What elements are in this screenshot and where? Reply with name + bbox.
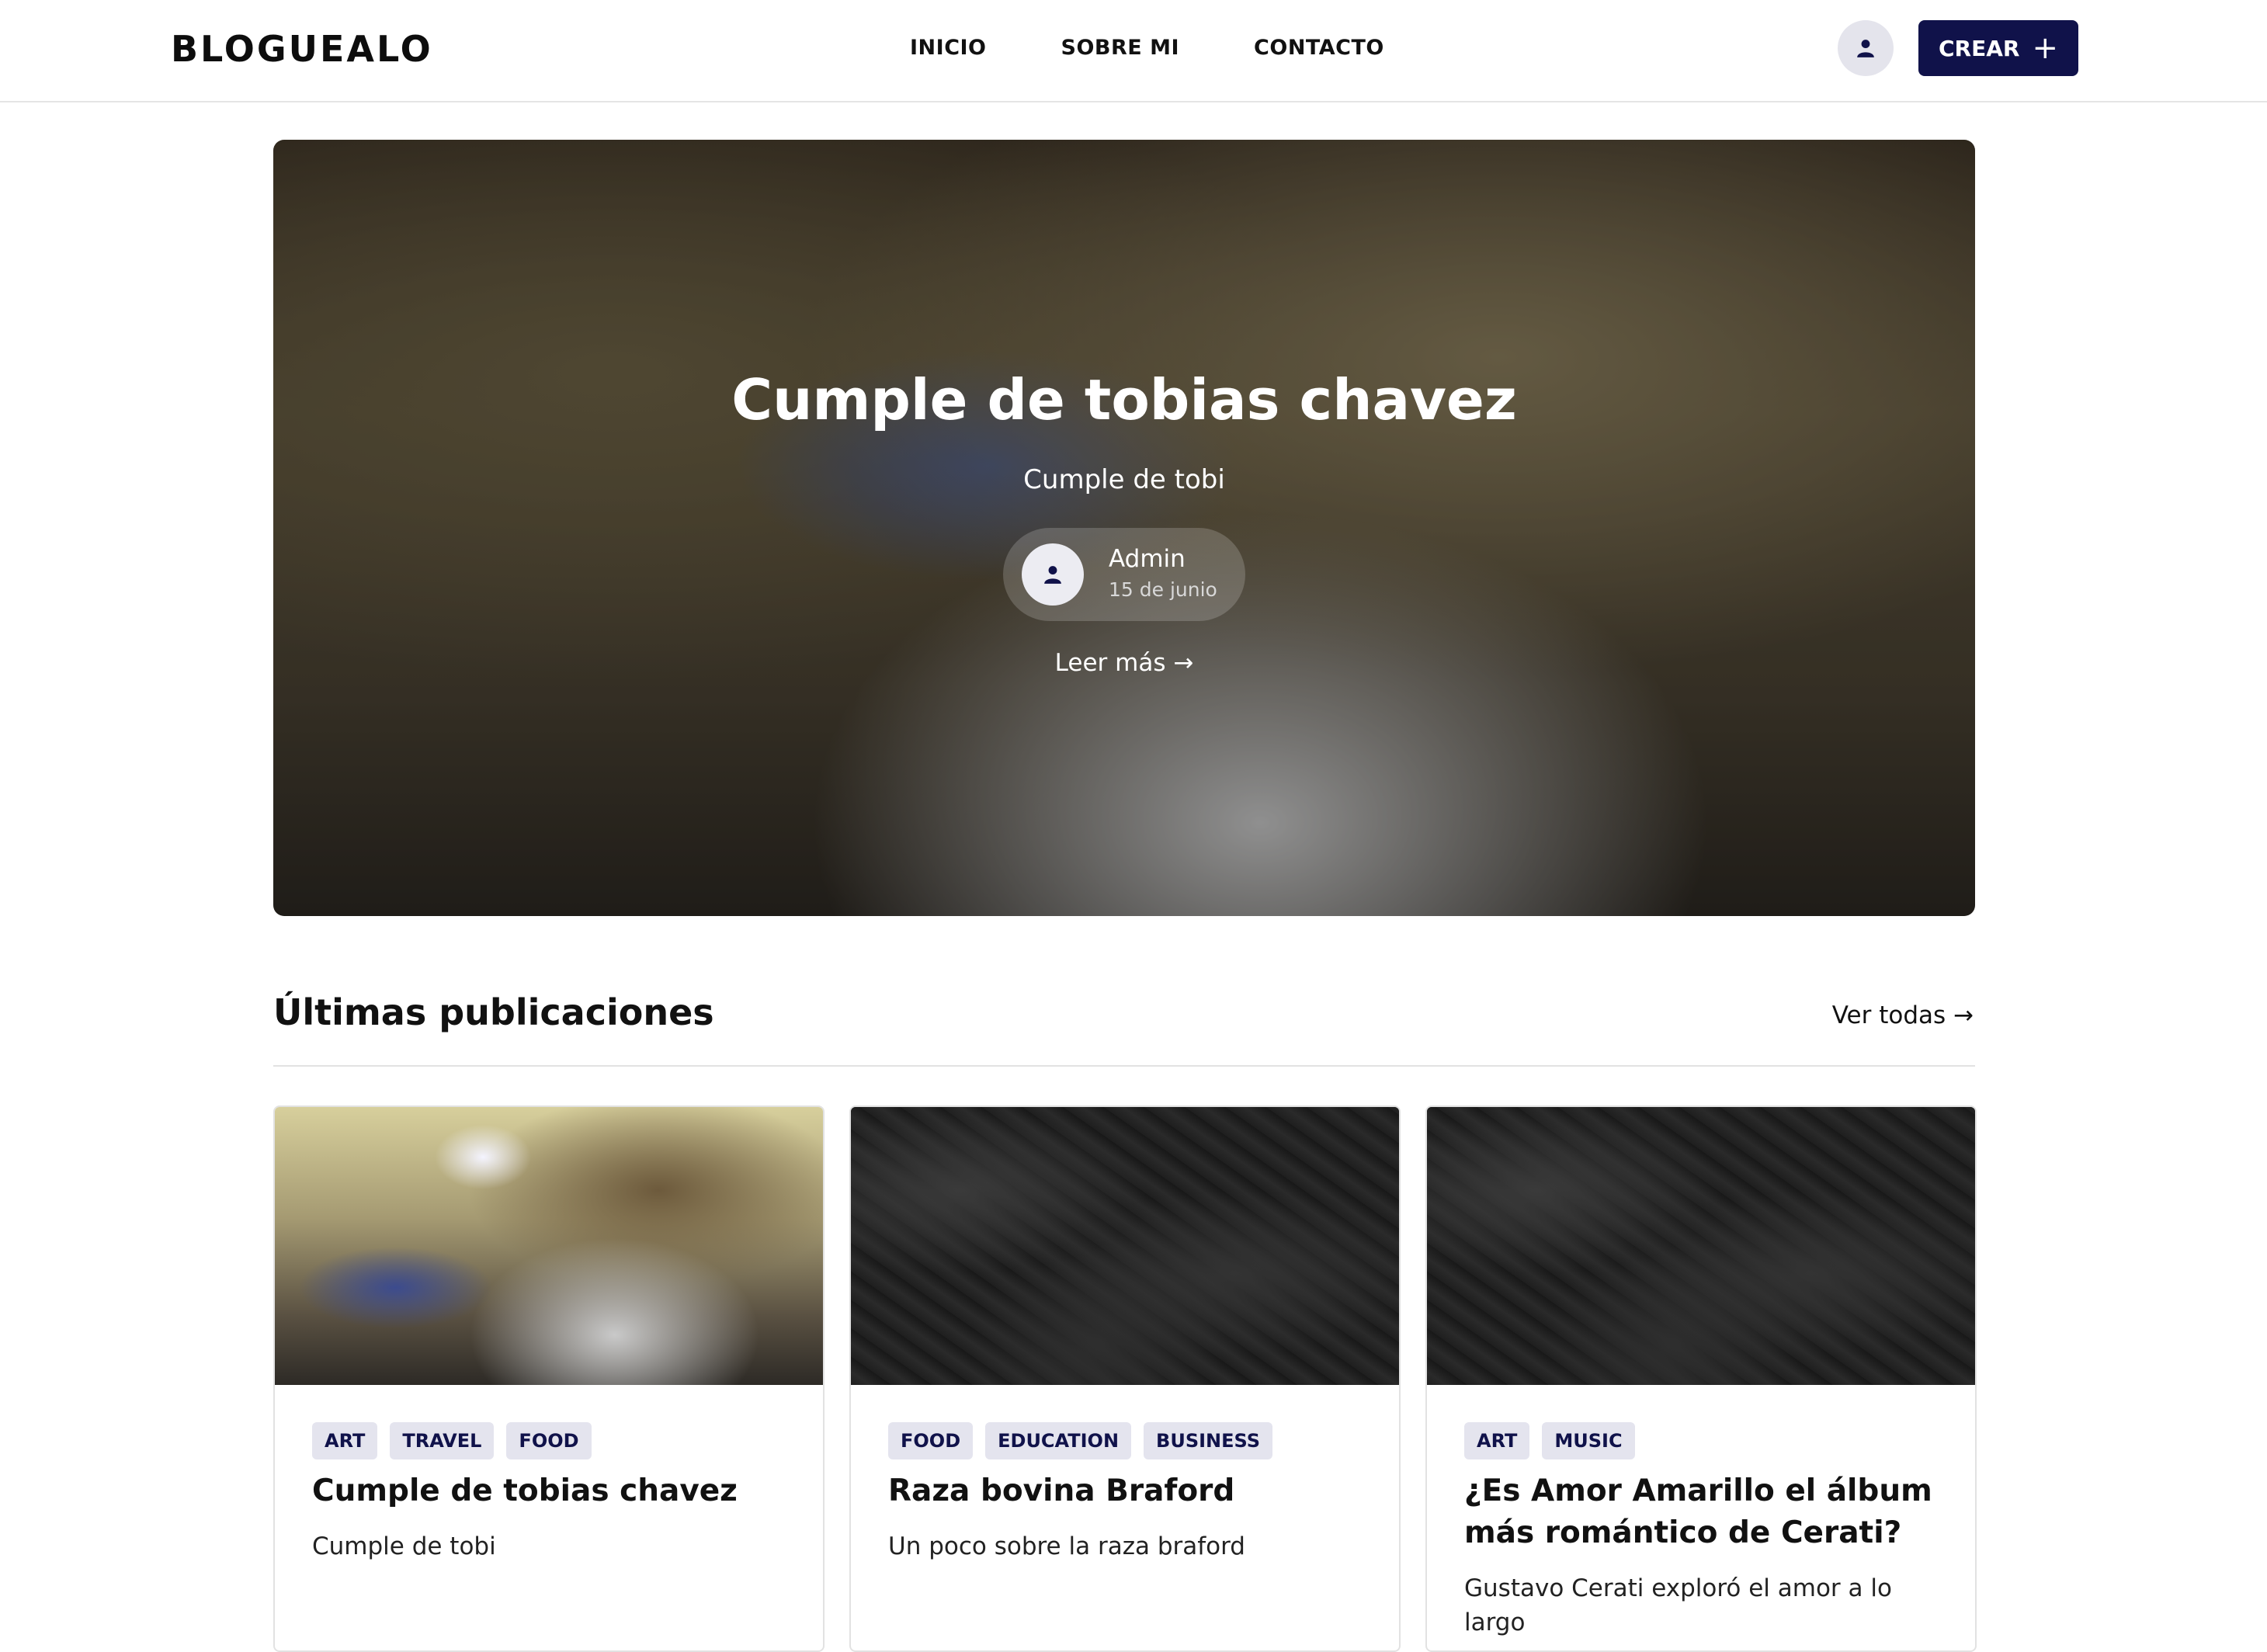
- user-icon: [1044, 566, 1061, 584]
- author-info: Admin 15 de junio: [1003, 528, 1245, 621]
- author-avatar: [1022, 543, 1084, 606]
- nav-contacto[interactable]: CONTACTO: [1254, 34, 1384, 62]
- create-label: CREAR: [1939, 35, 2020, 61]
- create-post-button[interactable]: CREAR +: [1918, 20, 2078, 76]
- section-divider: [273, 1065, 1975, 1067]
- tag[interactable]: ART: [312, 1422, 378, 1459]
- section-title: Últimas publicaciones: [273, 991, 714, 1033]
- post-date: 15 de junio: [1109, 578, 1217, 601]
- site-header: BLOGUEALO INICIO SOBRE MI CONTACTO CREAR…: [0, 0, 2267, 102]
- read-more-link[interactable]: Leer más →: [273, 647, 1975, 678]
- tag[interactable]: MUSIC: [1542, 1422, 1635, 1459]
- nav-sobre-mi[interactable]: SOBRE MI: [1061, 34, 1180, 62]
- tag[interactable]: FOOD: [506, 1422, 592, 1459]
- post-card[interactable]: ART MUSIC ¿Es Amor Amarillo el álbum más…: [1425, 1105, 1977, 1652]
- tag[interactable]: BUSINESS: [1144, 1422, 1273, 1459]
- post-card[interactable]: FOOD EDUCATION BUSINESS Raza bovina Braf…: [849, 1105, 1401, 1652]
- featured-post[interactable]: Cumple de tobias chavez Cumple de tobi A…: [273, 140, 1975, 916]
- tag[interactable]: ART: [1464, 1422, 1530, 1459]
- post-image[interactable]: [1427, 1107, 1975, 1385]
- main-nav: INICIO SOBRE MI CONTACTO: [910, 34, 1384, 62]
- tag[interactable]: FOOD: [888, 1422, 974, 1459]
- plus-icon: +: [2032, 30, 2058, 66]
- tag-list: ART MUSIC: [1464, 1422, 1635, 1459]
- tag-list: ART TRAVEL FOOD: [312, 1422, 592, 1459]
- tag[interactable]: TRAVEL: [390, 1422, 495, 1459]
- see-all-link[interactable]: Ver todas →: [1832, 1000, 1974, 1031]
- featured-subtitle: Cumple de tobi: [1023, 464, 1225, 495]
- post-description: Un poco sobre la raza braford: [888, 1532, 1245, 1560]
- tag-list: FOOD EDUCATION BUSINESS: [888, 1422, 1273, 1459]
- author-name: Admin: [1109, 545, 1186, 573]
- user-icon: [1857, 40, 1874, 57]
- site-logo[interactable]: BLOGUEALO: [171, 27, 433, 71]
- featured-title[interactable]: Cumple de tobias chavez: [273, 365, 1975, 435]
- nav-inicio[interactable]: INICIO: [910, 34, 987, 62]
- post-title[interactable]: Raza bovina Braford: [888, 1470, 1370, 1512]
- user-menu-button[interactable]: [1838, 20, 1894, 76]
- post-title[interactable]: ¿Es Amor Amarillo el álbum más romántico…: [1464, 1470, 1946, 1554]
- post-image[interactable]: [275, 1107, 823, 1385]
- post-image[interactable]: [851, 1107, 1399, 1385]
- post-description: Gustavo Cerati exploró el amor a lo larg…: [1464, 1574, 1892, 1636]
- post-title[interactable]: Cumple de tobias chavez: [312, 1470, 793, 1512]
- tag[interactable]: EDUCATION: [985, 1422, 1132, 1459]
- post-card[interactable]: ART TRAVEL FOOD Cumple de tobias chavez …: [273, 1105, 825, 1652]
- post-description: Cumple de tobi: [312, 1532, 496, 1560]
